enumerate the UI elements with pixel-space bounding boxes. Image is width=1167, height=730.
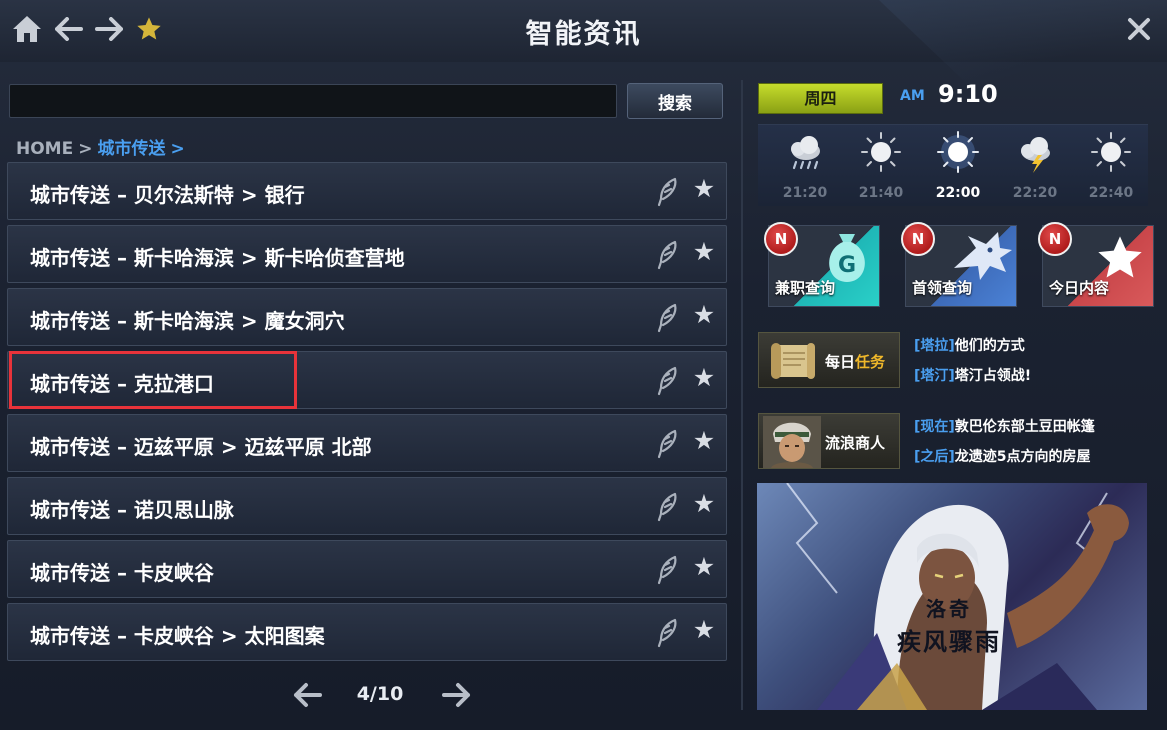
list-item[interactable]: 城市传送 – 迈兹平原 > 迈兹平原 北部 ★ (7, 414, 727, 472)
news-text: 龙遗迹5点方向的房屋 (954, 449, 1091, 465)
favorite-star-icon[interactable]: ★ (690, 175, 718, 203)
list-item[interactable]: 城市传送 – 卡皮峡谷 ★ (7, 540, 727, 598)
breadcrumb-home[interactable]: HOME (16, 139, 73, 159)
weather-time: 21:20 (782, 185, 828, 201)
favorite-star-icon[interactable]: ★ (690, 616, 718, 644)
news-text: 他们的方式 (954, 338, 1025, 354)
wandering-merchant-button[interactable]: 流浪商人 (758, 413, 900, 469)
breadcrumb-current[interactable]: 城市传送 (97, 139, 165, 159)
svg-text:G: G (838, 253, 856, 278)
favorite-star-icon[interactable]: ★ (690, 490, 718, 518)
feather-icon[interactable] (655, 177, 681, 207)
new-badge: N (1038, 222, 1072, 256)
sun-icon (1091, 132, 1131, 172)
weather-slot: 22:00 (923, 129, 993, 201)
list-item-label: 城市传送 – 迈兹平原 > 迈兹平原 北部 (30, 435, 372, 459)
weather-slot: 21:40 (846, 129, 916, 201)
news-tag: [现在] (914, 419, 955, 435)
news-tag: [塔拉] (914, 338, 955, 354)
list-item-label: 城市传送 – 贝尔法斯特 > 银行 (30, 183, 305, 207)
weather-slot: 22:20 (1000, 129, 1070, 201)
merchant-news-item[interactable]: [之后]龙遗迹5点方向的房屋 (914, 446, 1091, 466)
favorite-star-icon[interactable]: ★ (690, 364, 718, 392)
window-title: 智能资讯 (525, 19, 642, 50)
ampm-label: AM (900, 88, 925, 104)
feather-icon[interactable] (655, 492, 681, 522)
prev-page-icon[interactable] (292, 679, 324, 711)
weather-time: 22:00 (935, 185, 981, 201)
feather-icon[interactable] (655, 240, 681, 270)
banner-subtitle: 疾风骤雨 (897, 628, 1001, 656)
favorite-star-icon[interactable]: ★ (690, 238, 718, 266)
search-input[interactable] (9, 84, 617, 118)
game-info-window: 智能资讯 搜索 HOME > 城市传送 > 城市传送 – 贝尔法斯特 > 银行 ★ 城… (0, 0, 1167, 730)
feather-icon[interactable] (655, 366, 681, 396)
list-item[interactable]: 城市传送 – 卡皮峡谷 > 太阳图案 ★ (7, 603, 727, 661)
list-item-label: 城市传送 – 卡皮峡谷 > 太阳图案 (30, 624, 325, 648)
column-divider (741, 80, 743, 710)
list-item[interactable]: 城市传送 – 诺贝思山脉 ★ (7, 477, 727, 535)
list-item-label: 城市传送 – 克拉港口 (30, 372, 214, 396)
news-text: 塔汀占领战! (954, 368, 1032, 384)
search-button[interactable]: 搜索 (627, 83, 723, 119)
breadcrumb: HOME > 城市传送 > (16, 134, 190, 159)
list-item[interactable]: 城市传送 – 斯卡哈海滨 > 魔女洞穴 ★ (7, 288, 727, 346)
feather-icon[interactable] (655, 555, 681, 585)
title-bar: 智能资讯 (0, 0, 1167, 120)
sun-icon (861, 132, 901, 172)
scroll-icon (771, 343, 815, 379)
list-item-label: 城市传送 – 卡皮峡谷 (30, 561, 214, 585)
close-icon[interactable] (1122, 12, 1156, 46)
shortcut-label: 今日内容 (1049, 279, 1110, 297)
feather-icon[interactable] (655, 303, 681, 333)
daily-quest-label-prefix: 每日 (825, 353, 856, 371)
breadcrumb-separator: > (170, 139, 185, 159)
next-page-icon[interactable] (440, 679, 472, 711)
quest-news-item[interactable]: [塔拉]他们的方式 (914, 335, 1025, 355)
weather-time: 21:40 (858, 185, 904, 201)
new-badge: N (901, 222, 935, 256)
page-indicator: 4/10 (356, 683, 404, 705)
quest-news-item[interactable]: [塔汀]塔汀占领战! (914, 365, 1031, 385)
favorite-star-icon[interactable]: ★ (690, 553, 718, 581)
list-item-label: 城市传送 – 斯卡哈海滨 > 斯卡哈侦查营地 (30, 246, 405, 270)
thunder-cloud-icon (1021, 137, 1050, 173)
promo-banner[interactable]: 洛奇 疾风骤雨 (757, 483, 1147, 710)
weather-slot: 22:40 (1076, 129, 1146, 201)
daily-quest-button[interactable]: 每日任务 (758, 332, 900, 388)
feather-icon[interactable] (655, 429, 681, 459)
list-item[interactable]: 城市传送 – 斯卡哈海滨 > 斯卡哈侦查营地 ★ (7, 225, 727, 283)
breadcrumb-separator: > (78, 139, 93, 159)
daily-quest-label: 每日任务 (825, 351, 885, 372)
sun-icon (937, 131, 979, 173)
new-badge: N (764, 222, 798, 256)
favorite-star-icon[interactable]: ★ (690, 427, 718, 455)
banner-caption: 洛奇 疾风骤雨 (897, 593, 1001, 657)
merchant-label: 流浪商人 (825, 434, 886, 452)
daily-quest-label-highlight: 任务 (855, 353, 886, 371)
game-clock: 9:10 (938, 80, 998, 108)
shortcut-label: 兼职查询 (775, 279, 836, 297)
favorite-star-icon[interactable]: ★ (690, 301, 718, 329)
news-tag: [之后] (914, 449, 955, 465)
shortcut-label: 首领查询 (912, 279, 973, 297)
list-item-label: 城市传送 – 斯卡哈海滨 > 魔女洞穴 (30, 309, 345, 333)
weather-time: 22:40 (1088, 185, 1134, 201)
list-item[interactable]: 城市传送 – 克拉港口 ★ (7, 351, 727, 409)
list-item[interactable]: 城市传送 – 贝尔法斯特 > 银行 ★ (7, 162, 727, 220)
weather-forecast: 21:20 21:40 22:00 22:20 22:40 (758, 124, 1148, 206)
weather-time: 22:20 (1012, 185, 1058, 201)
merchant-portrait (763, 416, 821, 468)
feather-icon[interactable] (655, 618, 681, 648)
list-item-label: 城市传送 – 诺贝思山脉 (30, 498, 234, 522)
merchant-news-item[interactable]: [现在]敦巴伦东部土豆田帐篷 (914, 416, 1095, 436)
news-text: 敦巴伦东部土豆田帐篷 (954, 419, 1095, 435)
news-tag: [塔汀] (914, 368, 955, 384)
banner-title: 洛奇 (926, 597, 972, 621)
rain-cloud-icon (791, 136, 820, 170)
day-badge: 周四 (758, 83, 883, 114)
weather-slot: 21:20 (770, 129, 840, 201)
